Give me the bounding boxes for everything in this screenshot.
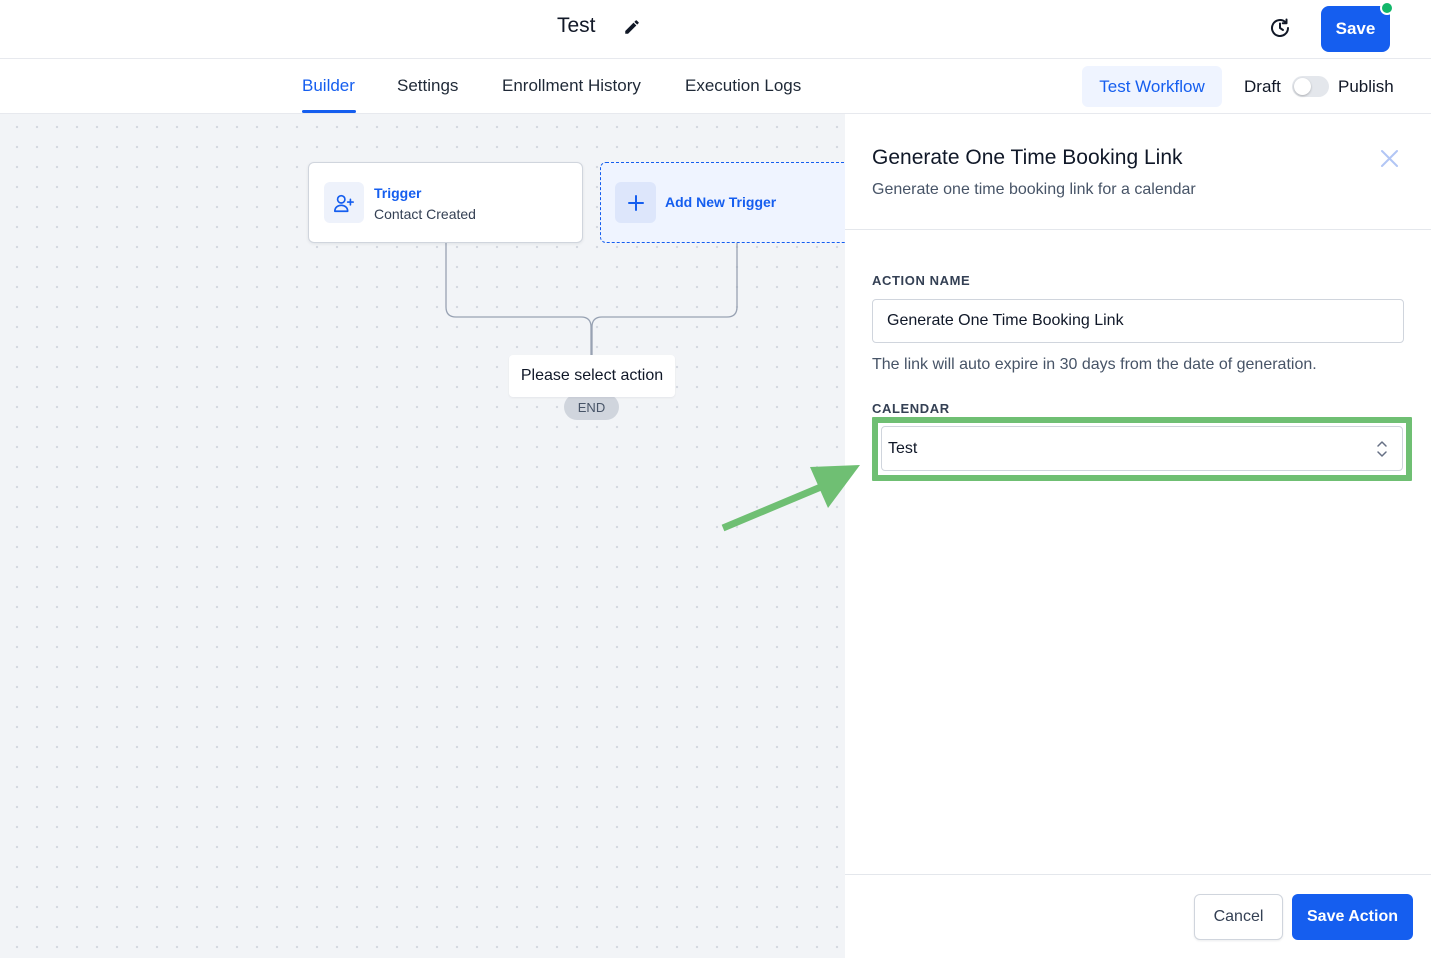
unsaved-status-dot	[1380, 1, 1394, 15]
tab-enrollment-history[interactable]: Enrollment History	[502, 76, 641, 96]
trigger-card[interactable]: Trigger Contact Created	[308, 162, 583, 243]
action-name-label: ACTION NAME	[872, 273, 971, 288]
calendar-select-value: Test	[888, 440, 918, 457]
draft-label: Draft	[1244, 77, 1281, 96]
publish-label: Publish	[1338, 77, 1394, 96]
trigger-title: Trigger	[374, 185, 422, 201]
workflow-title: Test	[557, 14, 596, 37]
trigger-subtitle: Contact Created	[374, 206, 476, 222]
tab-settings[interactable]: Settings	[397, 76, 458, 96]
save-button[interactable]: Save	[1321, 6, 1390, 52]
add-new-trigger-card[interactable]: Add New Trigger	[600, 162, 845, 243]
end-node: END	[564, 394, 619, 420]
expiry-helper-text: The link will auto expire in 30 days fro…	[872, 356, 1317, 373]
history-icon[interactable]	[1267, 15, 1293, 41]
top-bar: Test Save	[0, 0, 1431, 59]
panel-title: Generate One Time Booking Link	[872, 146, 1183, 169]
trigger-icon-box	[324, 182, 364, 223]
add-icon-box	[615, 182, 656, 223]
panel-subtitle: Generate one time booking link for a cal…	[872, 181, 1196, 198]
action-name-input[interactable]	[872, 299, 1404, 343]
tab-bar: Builder Settings Enrollment History Exec…	[0, 59, 1431, 114]
cancel-button[interactable]: Cancel	[1194, 894, 1283, 940]
plus-icon	[627, 194, 644, 211]
publish-toggle[interactable]	[1292, 76, 1329, 97]
calendar-label: CALENDAR	[872, 401, 950, 416]
add-new-trigger-label: Add New Trigger	[665, 194, 777, 210]
tab-builder[interactable]: Builder	[302, 76, 355, 96]
toggle-knob	[1294, 78, 1311, 95]
action-side-panel: Generate One Time Booking Link Generate …	[845, 114, 1431, 958]
tab-execution-logs[interactable]: Execution Logs	[685, 76, 801, 96]
panel-divider	[845, 229, 1431, 230]
footer-divider	[845, 874, 1431, 875]
save-action-button[interactable]: Save Action	[1292, 894, 1413, 940]
calendar-select[interactable]: Test	[881, 426, 1403, 471]
edit-icon[interactable]	[623, 18, 641, 36]
close-icon[interactable]	[1380, 149, 1399, 168]
user-plus-icon	[334, 194, 354, 212]
active-tab-indicator	[302, 110, 356, 113]
annotation-arrow-icon	[721, 465, 860, 532]
chevron-updown-icon	[1377, 441, 1387, 457]
test-workflow-button[interactable]: Test Workflow	[1082, 66, 1222, 107]
select-action-node[interactable]: Please select action	[509, 355, 675, 397]
